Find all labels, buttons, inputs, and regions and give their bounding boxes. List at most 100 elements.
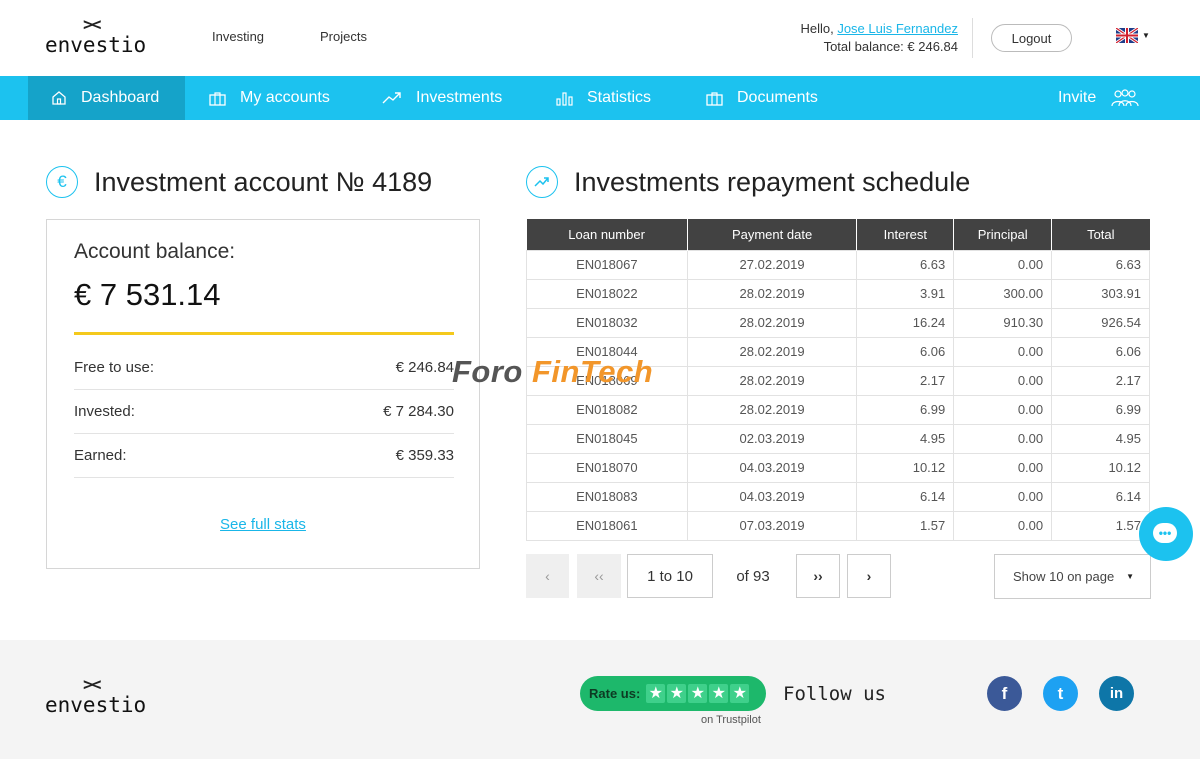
table-cell: 04.03.2019: [686, 481, 858, 512]
table-cell: 07.03.2019: [686, 510, 858, 541]
nav-invite[interactable]: Invite: [1058, 76, 1140, 120]
free-to-use-row: Free to use: € 246.84: [74, 346, 454, 390]
table-cell: 2.17: [1051, 365, 1150, 396]
linkedin-icon[interactable]: in: [1099, 676, 1134, 711]
nav-my-accounts[interactable]: My accounts: [209, 76, 330, 120]
table-cell: EN018022: [526, 278, 688, 309]
trustpilot-badge[interactable]: Rate us: ★ ★ ★ ★ ★: [580, 676, 766, 711]
table-cell: 3.91: [856, 278, 955, 309]
people-icon: [1111, 88, 1139, 106]
table-cell: 0.00: [953, 336, 1053, 367]
star-icon: ★: [646, 684, 666, 703]
logo-wordmark: envestio: [45, 33, 147, 57]
invite-label: Invite: [1058, 89, 1097, 106]
logout-button[interactable]: Logout: [991, 24, 1072, 52]
facebook-icon[interactable]: f: [987, 676, 1022, 711]
nav-dashboard[interactable]: Dashboard: [28, 76, 185, 120]
nav-investments[interactable]: Investments: [382, 76, 502, 120]
envestio-logo[interactable]: >< envestio: [45, 15, 147, 57]
briefcase-icon: [209, 91, 226, 106]
nav-label: Statistics: [587, 89, 652, 106]
balance-value: € 7 531.14: [74, 277, 221, 312]
row-label: Free to use:: [74, 359, 155, 376]
balance-label: Account balance:: [74, 240, 236, 263]
first-page-button[interactable]: ‹‹: [577, 554, 621, 598]
table-cell: 0.00: [953, 365, 1053, 396]
table-cell: EN018070: [526, 452, 688, 483]
projects-link[interactable]: Projects: [320, 29, 367, 44]
row-label: Invested:: [74, 403, 135, 420]
column-header[interactable]: Loan number: [526, 219, 688, 250]
footer-logo[interactable]: >< envestio: [45, 675, 146, 717]
table-cell: 0.00: [953, 423, 1053, 454]
main-nav: Dashboard My accounts Investments Statis…: [0, 76, 1200, 120]
table-cell: 0.00: [953, 452, 1053, 483]
nav-label: Documents: [737, 89, 818, 106]
top-header: >< envestio Investing Projects Hello, Jo…: [0, 0, 1200, 76]
table-cell: 1.57: [856, 510, 955, 541]
column-header[interactable]: Interest: [856, 219, 955, 250]
table-cell: 300.00: [953, 278, 1053, 309]
table-cell: 1.57: [1051, 510, 1150, 541]
user-greeting: Hello, Jose Luis Fernandez Total balance…: [800, 20, 958, 56]
table-cell: 0.00: [953, 394, 1053, 425]
trend-up-icon: [382, 92, 401, 104]
table-cell: 910.30: [953, 307, 1053, 338]
row-value: € 246.84: [395, 359, 454, 376]
page-range-field[interactable]: 1 to 10: [627, 554, 713, 598]
nav-label: Investments: [416, 89, 503, 106]
schedule-title-text: Investments repayment schedule: [574, 166, 971, 197]
table-cell: 04.03.2019: [686, 452, 858, 483]
table-cell: 10.12: [856, 452, 955, 483]
table-header-row: Loan number Payment date Interest Princi…: [526, 219, 1150, 250]
page-size-value: Show 10 on page: [1013, 569, 1115, 584]
account-balance-card: Account balance: € 7 531.14 Free to use:…: [46, 219, 480, 569]
table-cell: 0.00: [953, 510, 1053, 541]
twitter-icon[interactable]: t: [1043, 676, 1078, 711]
logo-mark: ><: [83, 15, 102, 35]
table-cell: 28.02.2019: [686, 307, 858, 338]
schedule-title: Investments repayment schedule: [526, 166, 970, 198]
watermark-part1: Foro: [452, 354, 532, 389]
column-header[interactable]: Total: [1051, 219, 1150, 250]
star-icon: ★: [730, 684, 750, 703]
table-cell: 6.63: [856, 249, 955, 280]
trustpilot-stars: ★ ★ ★ ★ ★: [646, 684, 750, 703]
earned-row: Earned: € 359.33: [74, 434, 454, 478]
table-cell: 6.63: [1051, 249, 1150, 280]
language-selector[interactable]: ▼: [1116, 28, 1150, 43]
table-cell: 2.17: [856, 365, 955, 396]
row-value: € 7 284.30: [383, 403, 454, 420]
table-row: EN018061 07.03.2019 1.57 0.00 1.57: [526, 510, 1150, 541]
table-cell: 28.02.2019: [686, 336, 858, 367]
next-page-button[interactable]: ›: [847, 554, 891, 598]
table-cell: 6.06: [1051, 336, 1150, 367]
table-cell: 926.54: [1051, 307, 1150, 338]
foro-fintech-watermark: Foro FinTech: [452, 354, 653, 390]
user-name-link[interactable]: Jose Luis Fernandez: [837, 21, 958, 36]
page-size-select[interactable]: Show 10 on page ▼: [994, 554, 1151, 599]
chat-button[interactable]: •••: [1139, 507, 1193, 561]
balance-divider: [74, 332, 454, 335]
chat-bubble-icon: •••: [1153, 523, 1177, 543]
nav-documents[interactable]: Documents: [706, 76, 818, 120]
footer: >< envestio Rate us: ★ ★ ★ ★ ★ on Trustp…: [0, 640, 1200, 759]
table-cell: EN018082: [526, 394, 688, 425]
table-cell: 28.02.2019: [686, 278, 858, 309]
star-icon: ★: [667, 684, 687, 703]
investing-link[interactable]: Investing: [212, 29, 264, 44]
see-full-stats-link[interactable]: See full stats: [47, 516, 479, 533]
column-header[interactable]: Payment date: [687, 219, 858, 250]
table-row: EN018022 28.02.2019 3.91 300.00 303.91: [526, 278, 1150, 309]
nav-statistics[interactable]: Statistics: [556, 76, 651, 120]
table-cell: EN018083: [526, 481, 688, 512]
table-cell: 6.06: [856, 336, 955, 367]
last-page-button[interactable]: ››: [796, 554, 840, 598]
home-icon: [52, 91, 66, 105]
account-title-text: Investment account № 4189: [94, 166, 433, 197]
column-header[interactable]: Principal: [953, 219, 1053, 250]
prev-page-button[interactable]: ‹: [526, 554, 569, 598]
logo-mark: ><: [83, 675, 102, 695]
star-icon: ★: [688, 684, 708, 703]
invested-row: Invested: € 7 284.30: [74, 390, 454, 434]
